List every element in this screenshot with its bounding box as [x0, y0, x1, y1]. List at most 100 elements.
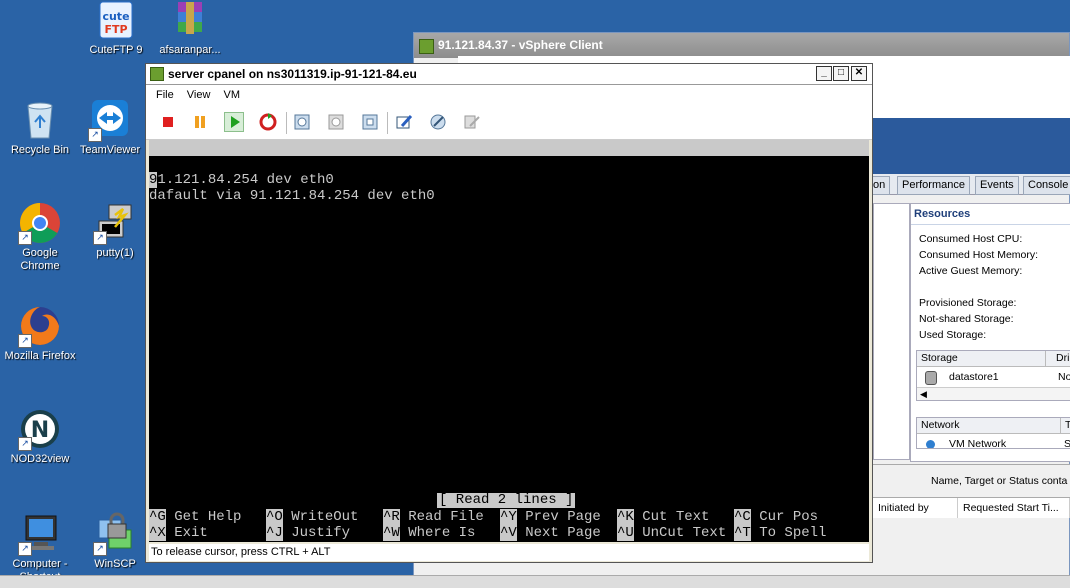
desktop-icon-winscp[interactable]: ↗ WinSCP: [79, 512, 151, 571]
toolbar-separator: [286, 112, 287, 134]
table-row[interactable]: datastore1 No: [917, 367, 1070, 387]
storage-scrollbar[interactable]: ◀: [917, 387, 1070, 400]
desktop-icon-teamviewer[interactable]: ↗ TeamViewer: [74, 98, 146, 157]
desktop-icon-label: WinSCP: [94, 558, 136, 570]
shortcut-prev-page: ^Y Prev Page: [500, 509, 601, 525]
console-toolbar: [146, 105, 872, 140]
network-column-label: Ty: [1060, 418, 1070, 433]
nano-filename: File: route-eth0: [419, 172, 554, 188]
network-value: St: [1064, 434, 1070, 448]
vsphere-title: 91.121.84.37 - vSphere Client: [438, 38, 603, 52]
console-title: server cpanel on ns3011319.ip-91-121-84.…: [168, 67, 417, 81]
shortcut-key: ^V: [500, 525, 517, 541]
desktop-icon-label: TeamViewer: [79, 144, 141, 156]
vsphere-header-strip: [873, 118, 1070, 174]
console-status-bar: To release cursor, press CTRL + ALT: [149, 544, 869, 561]
storage-column-label: Storage: [921, 352, 958, 364]
shortcut-label: Get Help: [165, 509, 242, 525]
datastore-value: No: [1058, 371, 1070, 383]
tab-performance[interactable]: Performance: [897, 176, 970, 195]
console-titlebar[interactable]: server cpanel on ns3011319.ip-91-121-84.…: [146, 64, 872, 85]
menu-view[interactable]: View: [187, 89, 211, 101]
shortcut-key: ^Y: [500, 509, 517, 525]
recycle-bin-icon: [18, 98, 62, 142]
desktop-icon-label: putty(1): [96, 247, 134, 259]
shortcut-label: Exit: [165, 525, 208, 541]
tab-events[interactable]: Events: [975, 176, 1019, 195]
menu-file[interactable]: File: [156, 89, 174, 101]
vsphere-horizontal-scrollbar[interactable]: [0, 575, 1070, 588]
nano-version: GNU nano 2.0.9: [199, 156, 334, 172]
edit-settings-icon[interactable]: [394, 112, 414, 132]
desktop-icon-nod32view[interactable]: N ↗ NOD32view: [4, 407, 76, 466]
shortcut-label: Justify: [282, 525, 351, 541]
network-header[interactable]: Network Ty: [917, 418, 1070, 434]
toolbar-separator: [387, 112, 388, 134]
shortcut-arrow-icon: ↗: [93, 231, 107, 245]
floppy-icon[interactable]: [462, 112, 482, 132]
tasks-column-header[interactable]: Requested Start Ti...: [958, 498, 1070, 518]
teamviewer-icon: ↗: [88, 98, 132, 142]
suspend-icon[interactable]: [190, 112, 210, 132]
shortcut-cut-text: ^K Cut Text: [617, 509, 709, 525]
cuteftp-icon: cute FTP: [94, 0, 138, 42]
shortcut-key: ^W: [383, 525, 400, 541]
console-window[interactable]: server cpanel on ns3011319.ip-91-121-84.…: [145, 63, 873, 563]
shortcut-label: Where Is: [399, 525, 476, 541]
chrome-icon: ↗: [18, 201, 62, 245]
power-on-icon[interactable]: [224, 112, 244, 132]
desktop-icon-recycle-bin[interactable]: Recycle Bin: [4, 98, 76, 157]
desktop-icon-label: Recycle Bin: [10, 144, 70, 156]
shortcut-label: UnCut Text: [633, 525, 727, 541]
resources-heading: Resources: [911, 204, 1070, 225]
svg-text:cute: cute: [102, 10, 129, 23]
desktop-icon-label: Google Chrome: [20, 247, 60, 272]
revert-snapshot-icon[interactable]: [326, 112, 346, 132]
desktop-icon-computer[interactable]: ↗ Computer - Shortcut: [4, 512, 76, 584]
maximize-button[interactable]: □: [833, 66, 849, 81]
snapshot-icon[interactable]: [292, 112, 312, 132]
snapshot-manager-icon[interactable]: [360, 112, 380, 132]
tasks-column-header[interactable]: Initiated by: [873, 498, 958, 518]
desktop-icon-chrome[interactable]: ↗ Google Chrome: [4, 201, 76, 273]
desktop-icon-firefox[interactable]: ↗ Mozilla Firefox: [4, 304, 76, 363]
file-line: 91.121.84.254 dev eth0: [149, 172, 334, 188]
tasks-filter[interactable]: Name, Target or Status conta: [873, 464, 1070, 497]
tab-console[interactable]: Console: [1023, 176, 1070, 195]
desktop-icon-cuteftp[interactable]: cute FTP CuteFTP 9: [80, 0, 152, 57]
shortcut-cur-pos: ^C Cur Pos: [734, 509, 818, 525]
shortcut-arrow-icon: ↗: [93, 542, 107, 556]
close-button[interactable]: ✕: [851, 66, 867, 81]
nano-terminal[interactable]: GNU nano 2.0.9 File: route-eth0 91.121.8…: [149, 140, 869, 542]
datastore-name: datastore1: [949, 371, 999, 383]
tasks-columns: Initiated by Requested Start Ti...: [873, 497, 1070, 518]
desktop-icon-label: Mozilla Firefox: [4, 350, 76, 362]
console-menubar: File View VM: [146, 85, 872, 105]
shortcut-key: ^O: [266, 509, 283, 525]
svg-text:N: N: [31, 418, 49, 443]
cd-dvd-icon[interactable]: [428, 112, 448, 132]
shortcut-arrow-icon: ↗: [18, 542, 32, 556]
computer-icon: ↗: [18, 512, 62, 556]
shortcut-label: Cur Pos: [750, 509, 819, 525]
shortcut-key: ^R: [383, 509, 400, 525]
datastore-icon: [925, 371, 937, 385]
menu-vm[interactable]: VM: [224, 89, 241, 101]
minimize-button[interactable]: _: [816, 66, 832, 81]
network-column-label: Network: [921, 419, 960, 431]
shortcut-key: ^K: [617, 509, 634, 525]
shortcut-arrow-icon: ↗: [88, 128, 102, 142]
console-app-icon: [150, 67, 164, 81]
resource-label: Provisioned Storage:: [919, 297, 1017, 309]
table-row[interactable]: VM Network St: [917, 434, 1070, 448]
power-off-icon[interactable]: [158, 112, 178, 132]
reset-icon[interactable]: [258, 112, 278, 132]
storage-header[interactable]: Storage Dri: [917, 351, 1070, 367]
desktop-icon-putty[interactable]: ↗ putty(1): [79, 201, 151, 260]
desktop-icon-archive[interactable]: afsaranpar...: [154, 0, 226, 57]
shortcut-to-spell: ^T To Spell: [734, 525, 826, 541]
shortcut-justify: ^J Justify: [266, 525, 350, 541]
vsphere-titlebar[interactable]: 91.121.84.37 - vSphere Client: [414, 33, 1069, 58]
file-line: dafault via 91.121.84.254 dev eth0: [149, 188, 435, 204]
resource-label: Consumed Host Memory:: [919, 249, 1039, 261]
